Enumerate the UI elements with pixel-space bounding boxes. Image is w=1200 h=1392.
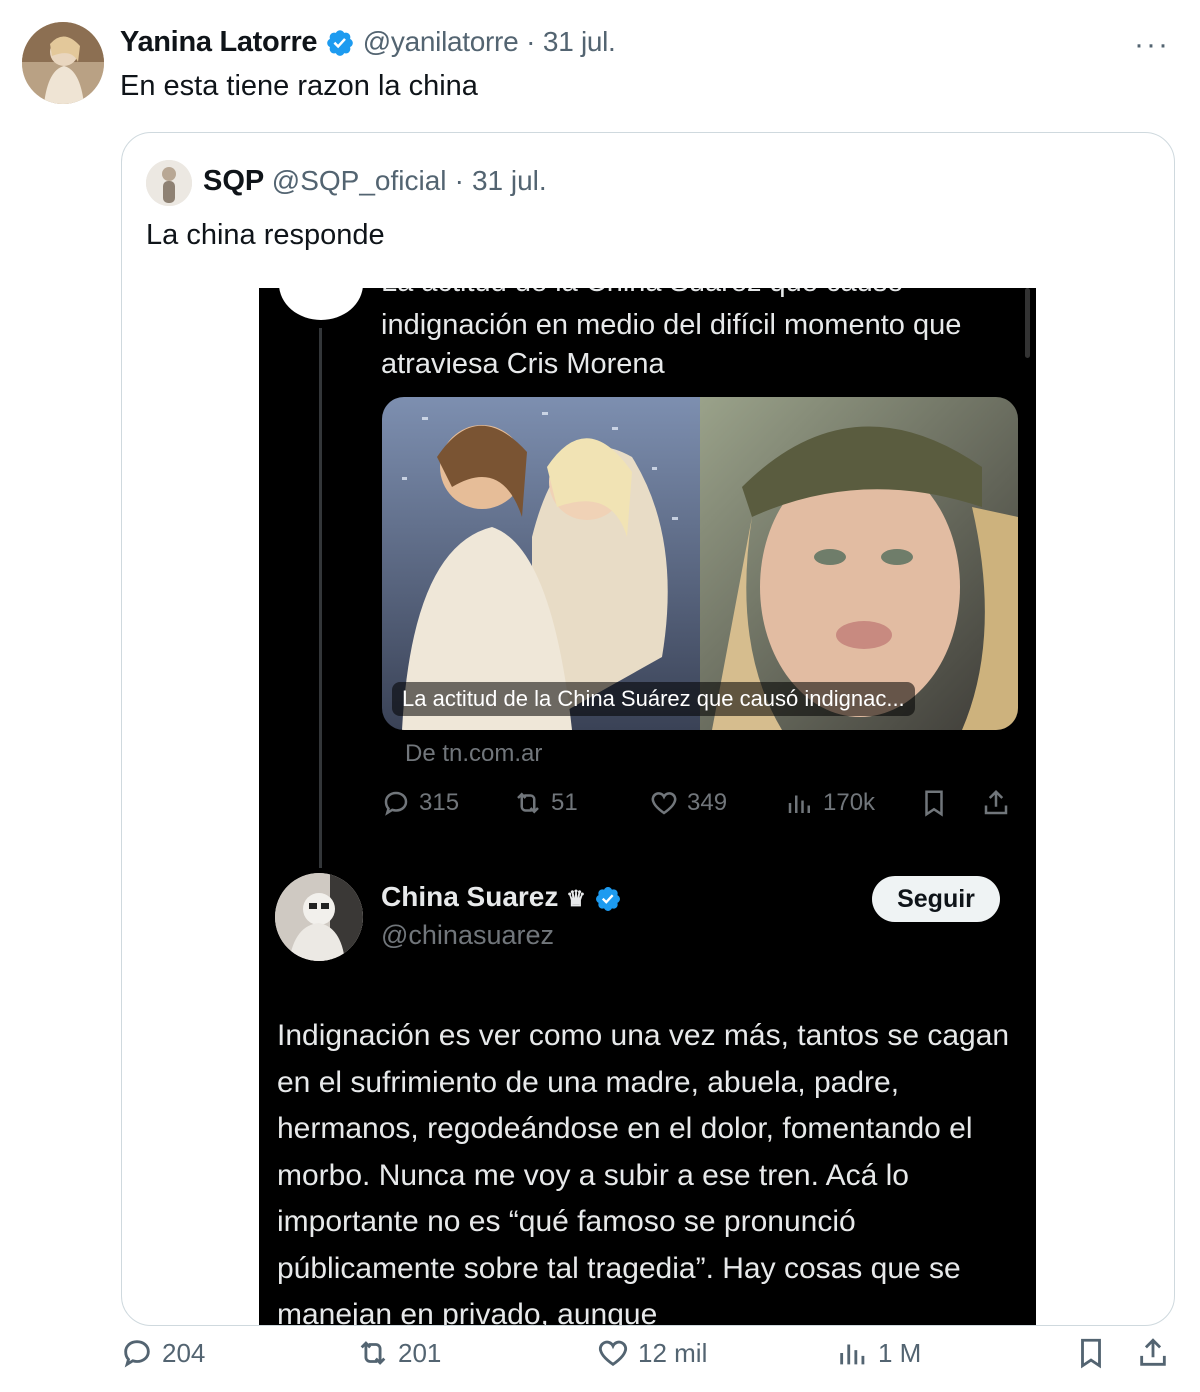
retweet-icon: [360, 1341, 386, 1365]
views-icon: [788, 795, 810, 813]
tweet-action-bar: 204 201 12 mil 1 M: [120, 1338, 1180, 1392]
article-source[interactable]: De tn.com.ar: [405, 740, 542, 768]
author-handle[interactable]: @yanilatorre: [363, 26, 519, 57]
avatar[interactable]: [22, 22, 104, 104]
heart-icon: [598, 1340, 628, 1367]
embedded-views-count: 170k: [823, 789, 876, 816]
embedded-like-count: 349: [687, 789, 728, 816]
article-card-image: [382, 397, 1018, 730]
reply-text: Indignación es ver como una vez más, tan…: [277, 1019, 1010, 1326]
tweet-text: En esta tiene razon la china: [120, 70, 478, 102]
embedded-retweet-count: 51: [551, 789, 578, 816]
quote-avatar[interactable]: [146, 160, 192, 206]
separator: ·: [526, 26, 536, 57]
avatar-photo: [22, 22, 104, 104]
retweet-count: 201: [398, 1337, 442, 1368]
like-count: 12 mil: [638, 1337, 708, 1368]
reply-avatar[interactable]: [275, 873, 363, 961]
embedded-views-button[interactable]: 170k: [785, 788, 875, 818]
reply-button[interactable]: 204: [120, 1336, 205, 1370]
bookmark-icon: [925, 790, 943, 817]
reply-header: China Suarez ♛: [381, 881, 622, 913]
more-options-icon[interactable]: ···: [1134, 28, 1170, 62]
crown-icon: ♛: [566, 886, 586, 911]
views-button[interactable]: 1 M: [836, 1336, 921, 1370]
views-count: 1 M: [878, 1337, 922, 1368]
embedded-action-bar: 315 51 349 170k: [381, 788, 1021, 828]
bookmark-button[interactable]: [1074, 1336, 1108, 1370]
quote-text: La china responde: [146, 219, 385, 251]
quote-header: SQP @SQP_oficial · 31 jul.: [203, 165, 547, 198]
share-icon: [984, 789, 1008, 815]
share-button[interactable]: [1136, 1336, 1170, 1370]
embedded-share-button[interactable]: [981, 788, 1011, 818]
article-title-partial: La actitud de la China Suárez que causó: [381, 288, 903, 299]
quote-separator: ·: [454, 165, 464, 196]
bookmark-icon: [1081, 1338, 1101, 1369]
embedded-screenshot[interactable]: La actitud de la China Suárez que causó …: [259, 288, 1036, 1326]
embedded-retweet-button[interactable]: 51: [513, 788, 578, 818]
reply-icon: [384, 791, 408, 816]
follow-button[interactable]: Seguir: [872, 876, 1000, 922]
tweet-header: Yanina Latorre @yanilatorre · 31 jul.: [120, 26, 616, 59]
views-icon: [840, 1344, 865, 1365]
scrollbar[interactable]: [1025, 288, 1030, 358]
quote-author-name[interactable]: SQP: [203, 165, 264, 197]
author-name[interactable]: Yanina Latorre: [120, 26, 318, 58]
reply-author-handle[interactable]: @chinasuarez: [381, 920, 554, 951]
retweet-button[interactable]: 201: [356, 1336, 441, 1370]
reply-author-name[interactable]: China Suarez: [381, 881, 558, 912]
like-button[interactable]: 12 mil: [596, 1336, 707, 1370]
embedded-reply-button[interactable]: 315: [381, 788, 459, 818]
reply-icon: [124, 1340, 150, 1368]
embedded-like-button[interactable]: 349: [649, 788, 727, 818]
card-caption: La actitud de la China Suárez que causó …: [392, 682, 915, 716]
quote-author-handle[interactable]: @SQP_oficial: [272, 165, 447, 196]
article-title: indignación en medio del difícil momento…: [381, 309, 962, 380]
verified-badge-icon: [327, 30, 353, 57]
article-card[interactable]: La actitud de la China Suárez que causó …: [382, 397, 1018, 730]
quoted-tweet[interactable]: SQP @SQP_oficial · 31 jul. La china resp…: [121, 132, 1175, 1326]
retweet-icon: [517, 792, 539, 814]
embedded-bookmark-button[interactable]: [919, 788, 949, 818]
embedded-reply-count: 315: [419, 789, 460, 816]
news-avatar: [279, 288, 363, 320]
quote-date: 31 jul.: [471, 165, 547, 196]
thread-line: [319, 328, 322, 868]
reply-count: 204: [162, 1337, 206, 1368]
reply-avatar-photo: [275, 873, 363, 961]
quote-avatar-photo: [146, 160, 192, 206]
verified-badge-icon: [595, 886, 620, 911]
tweet-date[interactable]: 31 jul.: [543, 26, 616, 57]
heart-icon: [651, 792, 677, 815]
share-icon: [1140, 1338, 1166, 1366]
